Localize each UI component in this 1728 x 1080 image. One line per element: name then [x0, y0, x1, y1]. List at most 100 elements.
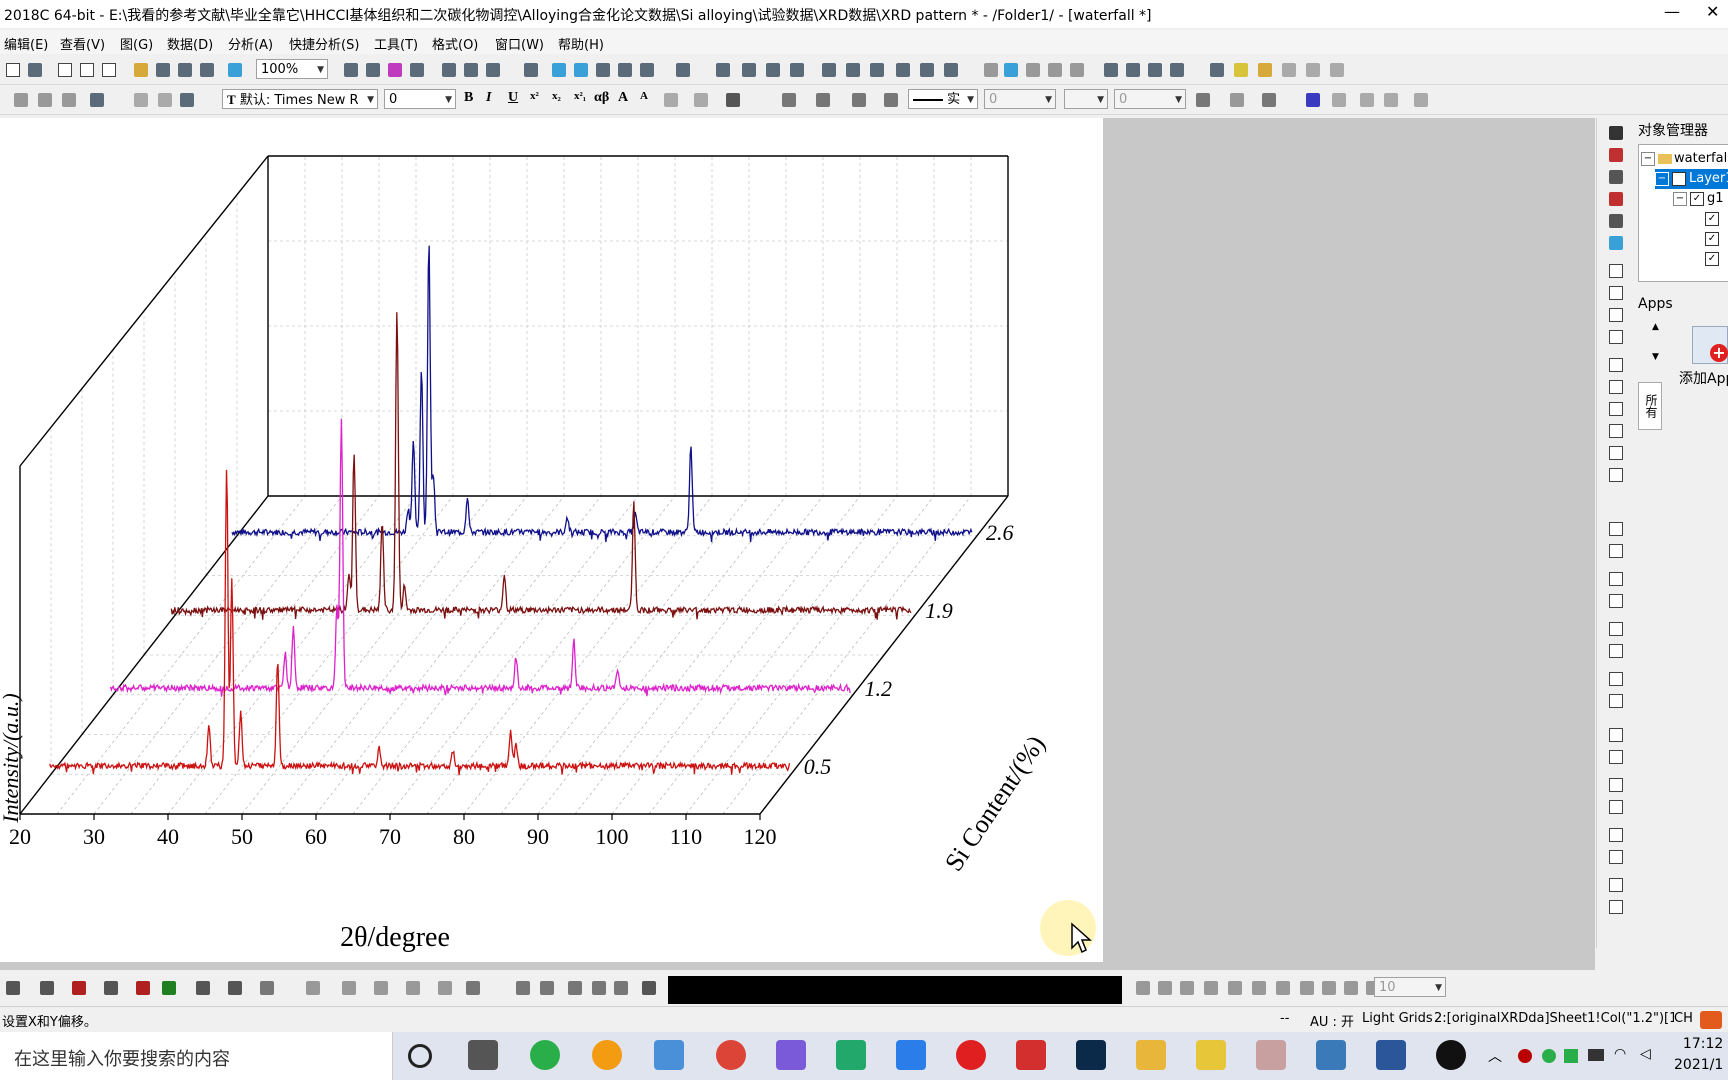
taskbar-search[interactable]: 在这里输入你要搜索的内容: [0, 1032, 393, 1080]
unmerge-icon[interactable]: [1332, 93, 1346, 107]
align-l-icon[interactable]: [1609, 358, 1623, 372]
align-c-icon[interactable]: [1609, 446, 1623, 460]
contour-icon[interactable]: [306, 981, 320, 995]
search-app-icon[interactable]: [592, 1040, 622, 1070]
axis-red-icon[interactable]: [1609, 192, 1623, 206]
import-icon[interactable]: [228, 63, 242, 77]
tool-a-icon[interactable]: [1136, 981, 1150, 995]
new-matrix-icon[interactable]: [58, 63, 72, 77]
add-apps-label[interactable]: 添加Apps: [1679, 368, 1728, 388]
first-icon[interactable]: [1104, 63, 1118, 77]
value-select[interactable]: 0 ▼: [1114, 89, 1186, 109]
zoom-tool-icon[interactable]: [552, 63, 566, 77]
pointer-icon[interactable]: [1609, 126, 1623, 140]
column-chart-icon[interactable]: [846, 63, 860, 77]
font-select[interactable]: T 默认: Times New R ▼: [222, 89, 378, 109]
menu-edit[interactable]: 编辑(E): [4, 34, 48, 53]
line-style-select[interactable]: 实 ▼: [908, 89, 978, 109]
notes-icon[interactable]: [896, 1040, 926, 1070]
superscript-button[interactable]: x²: [530, 90, 539, 102]
stack2-icon[interactable]: [1609, 644, 1623, 658]
dist2-icon[interactable]: [1609, 544, 1623, 558]
subscript-button[interactable]: x₂: [552, 90, 561, 102]
supersubscript-button[interactable]: x²₁: [574, 90, 586, 102]
tool-c-icon[interactable]: [1180, 981, 1194, 995]
origin-running-icon[interactable]: [1256, 1040, 1286, 1070]
image-plot-icon[interactable]: [342, 981, 356, 995]
layer-contents-icon[interactable]: [596, 63, 610, 77]
border-icon[interactable]: [1230, 93, 1244, 107]
y-column-icon[interactable]: [1004, 63, 1018, 77]
polar-icon[interactable]: [374, 981, 388, 995]
none-column-icon[interactable]: [1070, 63, 1084, 77]
underline-button[interactable]: U: [508, 90, 518, 106]
filter-icon[interactable]: [896, 63, 910, 77]
dist-icon[interactable]: [1609, 522, 1623, 536]
tree-item-waterfall[interactable]: − waterfall: [1641, 149, 1728, 169]
resize2-icon[interactable]: [1609, 900, 1623, 914]
box-plot-icon[interactable]: [228, 981, 242, 995]
scatter-plot-icon[interactable]: [6, 981, 20, 995]
export-icon[interactable]: [1306, 63, 1320, 77]
waterfall-graph[interactable]: 20 30 40 50 60 70 80 90 100 110 120 2.6 1.9 1.2 0.5 2…: [0, 118, 1103, 962]
draw-data-icon[interactable]: [1609, 236, 1623, 250]
offset-icon[interactable]: [642, 981, 656, 995]
line-plot-icon[interactable]: [40, 981, 54, 995]
swap-icon[interactable]: [614, 981, 628, 995]
x-column-icon[interactable]: [984, 63, 998, 77]
word-icon[interactable]: [1376, 1040, 1406, 1070]
area-plot-icon[interactable]: [104, 981, 118, 995]
save-template-icon[interactable]: [200, 63, 214, 77]
filter-clear-icon[interactable]: [920, 63, 934, 77]
menu-window[interactable]: 窗口(W): [495, 34, 544, 53]
greek-button[interactable]: αβ: [594, 90, 609, 106]
3d-plot-icon[interactable]: [260, 981, 274, 995]
ime-logo-icon[interactable]: [1700, 1011, 1722, 1029]
layer4-icon[interactable]: [1609, 330, 1623, 344]
z-column-icon[interactable]: [1026, 63, 1040, 77]
spacing-icon[interactable]: [1360, 93, 1374, 107]
open-template-icon[interactable]: [156, 63, 170, 77]
order2-icon[interactable]: [1609, 694, 1623, 708]
chevron-up-icon[interactable]: ︿: [1488, 1046, 1502, 1066]
prev-icon[interactable]: [1126, 63, 1140, 77]
resize-icon[interactable]: [1609, 878, 1623, 892]
size2-icon[interactable]: [1609, 594, 1623, 608]
function-plot-icon[interactable]: [196, 981, 210, 995]
template-icon[interactable]: [438, 981, 452, 995]
tool-h-icon[interactable]: [1300, 981, 1314, 995]
arrange2-icon[interactable]: [1609, 800, 1623, 814]
app-icon[interactable]: [1210, 63, 1224, 77]
group-icon[interactable]: [38, 93, 52, 107]
save-icon[interactable]: [178, 63, 192, 77]
error-plot-icon[interactable]: [136, 981, 150, 995]
folder-app-icon[interactable]: [1196, 1040, 1226, 1070]
align-center-icon[interactable]: [694, 93, 708, 107]
tool-b-icon[interactable]: [1158, 981, 1172, 995]
extract-icon[interactable]: [540, 981, 554, 995]
tree-item-plot-3[interactable]: ✓: [1705, 249, 1722, 269]
zoom-select[interactable]: 100% ▼: [256, 59, 328, 79]
merge-graph-icon[interactable]: [516, 981, 530, 995]
size-icon[interactable]: [1609, 572, 1623, 586]
menu-format[interactable]: 格式(O): [432, 34, 478, 53]
menu-help[interactable]: 帮助(H): [558, 34, 604, 53]
scale-in-icon[interactable]: [1609, 148, 1623, 162]
tool-g-icon[interactable]: [1276, 981, 1290, 995]
project-explorer-icon[interactable]: [524, 63, 538, 77]
symbol-icon[interactable]: [884, 93, 898, 107]
pattern-icon[interactable]: [816, 93, 830, 107]
menu-tools[interactable]: 工具(T): [374, 34, 418, 53]
space-icon[interactable]: [1609, 728, 1623, 742]
batch-plot-icon[interactable]: [388, 63, 402, 77]
folder-icon[interactable]: [1234, 63, 1248, 77]
photoshop-icon[interactable]: [1076, 1040, 1106, 1070]
space2-icon[interactable]: [1609, 750, 1623, 764]
add-layer-icon[interactable]: [568, 981, 582, 995]
hatch-icon[interactable]: [1196, 93, 1210, 107]
minimize-button[interactable]: —: [1664, 2, 1680, 21]
increase-font-button[interactable]: A: [618, 90, 628, 106]
arrange-layers-icon[interactable]: [592, 981, 606, 995]
decrease-font-button[interactable]: A: [640, 90, 648, 102]
photos-icon[interactable]: [1316, 1040, 1346, 1070]
